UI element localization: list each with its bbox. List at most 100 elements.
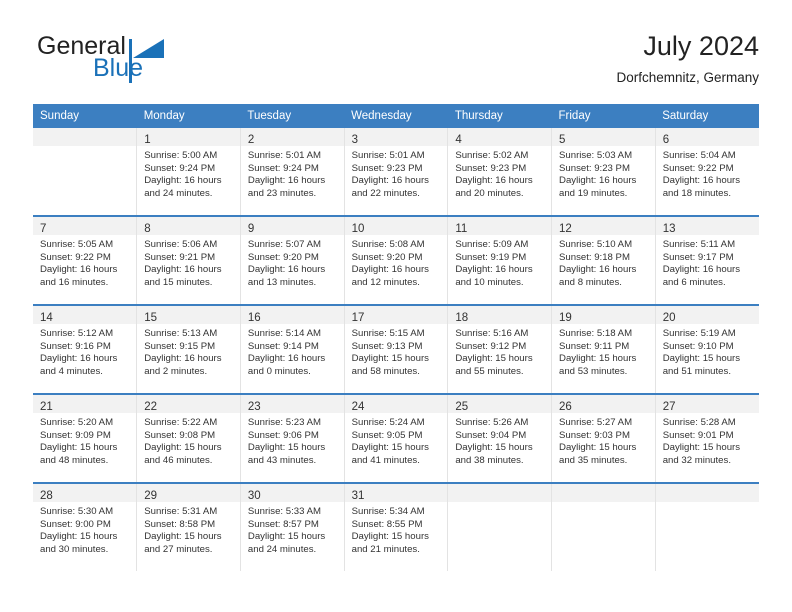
calendar-day-cell[interactable]: 11 Sunrise: 5:09 AM Sunset: 9:19 PM Dayligh… [448,217,552,304]
calendar-day-cell[interactable]: 4 Sunrise: 5:02 AM Sunset: 9:23 PM Daylight… [448,128,552,215]
day-number-band: 30 [240,484,344,502]
page-header: General Blue July 2024 Dorfchemnitz, Ger… [33,30,759,100]
day-info-line: Sunset: 9:22 PM [40,251,111,263]
calendar-day-cell[interactable]: 7 Sunrise: 5:05 AM Sunset: 9:22 PM Daylight… [33,217,137,304]
day-number-band: 16 [240,306,344,324]
day-info-line: Sunrise: 5:06 AM [144,239,218,250]
calendar-day-cell[interactable]: 30 Sunrise: 5:33 AM Sunset: 8:57 PM Dayligh… [240,484,344,571]
calendar-day-cell[interactable]: 25 Sunrise: 5:26 AM Sunset: 9:04 PM Dayligh… [448,395,552,482]
calendar-day-cell[interactable]: 18 Sunrise: 5:16 AM Sunset: 9:12 PM Dayligh… [448,306,552,393]
day-number: 9 [247,223,255,235]
day-number: 30 [247,490,261,502]
day-info-line: Daylight: 16 hours [559,175,637,187]
day-number: 1 [144,134,151,146]
day-info-line: Daylight: 15 hours [247,531,326,543]
calendar-day-cell[interactable]: 20 Sunrise: 5:19 AM Sunset: 9:10 PM Dayligh… [655,306,759,393]
day-info-line: Daylight: 15 hours [455,442,533,454]
day-info-line: Sunset: 9:01 PM [662,429,734,441]
day-number-band: 3 [344,128,448,146]
day-info-line: and 27 minutes. [144,543,213,555]
day-info-line: and 35 minutes. [559,454,628,466]
day-info-line: and 24 minutes. [247,543,317,555]
calendar-day-cell[interactable]: 19 Sunrise: 5:18 AM Sunset: 9:11 PM Dayligh… [552,306,655,393]
day-info-line: Sunset: 9:16 PM [40,340,111,352]
day-info-line: Daylight: 15 hours [662,353,741,365]
day-info-line: and 41 minutes. [351,454,420,466]
day-number: 21 [40,401,53,413]
day-info-line: Sunset: 9:17 PM [662,251,734,263]
day-info-line: Sunset: 9:10 PM [662,340,734,352]
day-info-line: Daylight: 16 hours [40,264,118,276]
calendar-day-cell[interactable]: 2 Sunrise: 5:01 AM Sunset: 9:24 PM Daylight… [240,128,344,215]
day-info-line: and 51 minutes. [662,365,731,377]
calendar-day-cell[interactable]: 29 Sunrise: 5:31 AM Sunset: 8:58 PM Dayligh… [137,484,240,571]
day-info-line: Sunrise: 5:09 AM [455,239,529,250]
day-sun-info [552,502,655,506]
day-info-line: Daylight: 15 hours [559,442,637,454]
day-number-band: 28 [33,484,137,502]
calendar-day-cell[interactable]: 27 Sunrise: 5:28 AM Sunset: 9:01 PM Dayligh… [655,395,759,482]
day-info-line: Sunrise: 5:10 AM [559,239,633,250]
day-number-band: 26 [552,395,655,413]
calendar-week-row: 21 Sunrise: 5:20 AM Sunset: 9:09 PM Dayligh… [33,393,759,483]
calendar-day-cell[interactable]: 17 Sunrise: 5:15 AM Sunset: 9:13 PM Dayligh… [344,306,448,393]
day-info-line: Sunrise: 5:19 AM [662,328,736,339]
day-info-line: Daylight: 15 hours [144,442,222,454]
general-blue-logo[interactable]: General Blue [33,30,333,92]
day-info-line: Daylight: 15 hours [455,353,533,365]
calendar-day-cell[interactable]: 3 Sunrise: 5:01 AM Sunset: 9:23 PM Daylight… [344,128,448,215]
day-sun-info: Sunrise: 5:26 AM Sunset: 9:04 PM Daylight:… [448,413,551,467]
day-number: 25 [455,401,469,413]
day-info-line: Sunrise: 5:01 AM [351,150,425,161]
calendar-day-cell[interactable]: 1 Sunrise: 5:00 AM Sunset: 9:24 PM Daylight… [137,128,240,215]
calendar-day-cell[interactable]: 28 Sunrise: 5:30 AM Sunset: 9:00 PM Dayligh… [33,484,137,571]
day-info-line: Daylight: 15 hours [662,442,741,454]
day-sun-info: Sunrise: 5:15 AM Sunset: 9:13 PM Daylight:… [345,324,448,378]
calendar-day-cell[interactable]: 24 Sunrise: 5:24 AM Sunset: 9:05 PM Dayligh… [344,395,448,482]
calendar-day-cell[interactable]: 13 Sunrise: 5:11 AM Sunset: 9:17 PM Dayligh… [655,217,759,304]
calendar-day-cell[interactable]: 23 Sunrise: 5:23 AM Sunset: 9:06 PM Dayligh… [240,395,344,482]
calendar-day-cell[interactable]: 10 Sunrise: 5:08 AM Sunset: 9:20 PM Dayligh… [344,217,448,304]
day-number-band: 24 [344,395,448,413]
calendar-day-cell[interactable]: 16 Sunrise: 5:14 AM Sunset: 9:14 PM Dayligh… [240,306,344,393]
day-info-line: Daylight: 15 hours [559,353,637,365]
day-sun-info: Sunrise: 5:28 AM Sunset: 9:01 PM Daylight:… [656,413,759,467]
day-number-band: 2 [240,128,344,146]
calendar-day-cell[interactable]: 5 Sunrise: 5:03 AM Sunset: 9:23 PM Daylight… [552,128,655,215]
weekday-header-wednesday: Wednesday [344,104,448,128]
day-number-band: 7 [33,217,137,235]
calendar-day-cell[interactable]: 15 Sunrise: 5:13 AM Sunset: 9:15 PM Dayligh… [137,306,240,393]
calendar-day-cell[interactable]: 21 Sunrise: 5:20 AM Sunset: 9:09 PM Dayligh… [33,395,137,482]
calendar-week-row: 7 Sunrise: 5:05 AM Sunset: 9:22 PM Daylight… [33,215,759,305]
weekday-header-thursday: Thursday [447,104,552,128]
day-info-line: Sunset: 9:23 PM [455,162,527,174]
day-info-line: and 22 minutes. [351,187,420,199]
day-info-line: Daylight: 16 hours [247,175,326,187]
calendar-day-cell[interactable]: 12 Sunrise: 5:10 AM Sunset: 9:18 PM Dayligh… [552,217,655,304]
day-info-line: Daylight: 16 hours [559,264,637,276]
day-number: 10 [351,223,365,235]
day-info-line: and 23 minutes. [247,187,317,199]
calendar-day-cell[interactable]: 14 Sunrise: 5:12 AM Sunset: 9:16 PM Dayligh… [33,306,137,393]
day-number: 13 [662,223,676,235]
day-number: 28 [40,490,53,502]
day-info-line: Daylight: 15 hours [351,442,429,454]
day-sun-info: Sunrise: 5:31 AM Sunset: 8:58 PM Daylight:… [137,502,240,556]
day-number: 6 [662,134,670,146]
day-info-line: Daylight: 16 hours [144,353,222,365]
day-info-line: Sunset: 9:00 PM [40,518,111,530]
calendar-day-cell[interactable]: 26 Sunrise: 5:27 AM Sunset: 9:03 PM Dayligh… [552,395,655,482]
calendar-day-cell[interactable]: 31 Sunrise: 5:34 AM Sunset: 8:55 PM Dayligh… [344,484,448,571]
day-info-line: Sunrise: 5:15 AM [351,328,425,339]
day-info-line: and 13 minutes. [247,276,317,288]
calendar-day-cell[interactable]: 8 Sunrise: 5:06 AM Sunset: 9:21 PM Daylight… [137,217,240,304]
day-info-line: and 15 minutes. [144,276,213,288]
day-info-line: and 53 minutes. [559,365,628,377]
calendar-week-row: 1 Sunrise: 5:00 AM Sunset: 9:24 PM Daylight… [33,128,759,216]
day-sun-info: Sunrise: 5:20 AM Sunset: 9:09 PM Daylight:… [33,413,136,467]
calendar-day-cell[interactable]: 22 Sunrise: 5:22 AM Sunset: 9:08 PM Dayligh… [137,395,240,482]
day-info-line: and 46 minutes. [144,454,213,466]
calendar-day-cell[interactable]: 6 Sunrise: 5:04 AM Sunset: 9:22 PM Daylight… [655,128,759,215]
calendar-day-cell[interactable]: 9 Sunrise: 5:07 AM Sunset: 9:20 PM Daylight… [240,217,344,304]
day-info-line: Sunset: 9:14 PM [247,340,319,352]
